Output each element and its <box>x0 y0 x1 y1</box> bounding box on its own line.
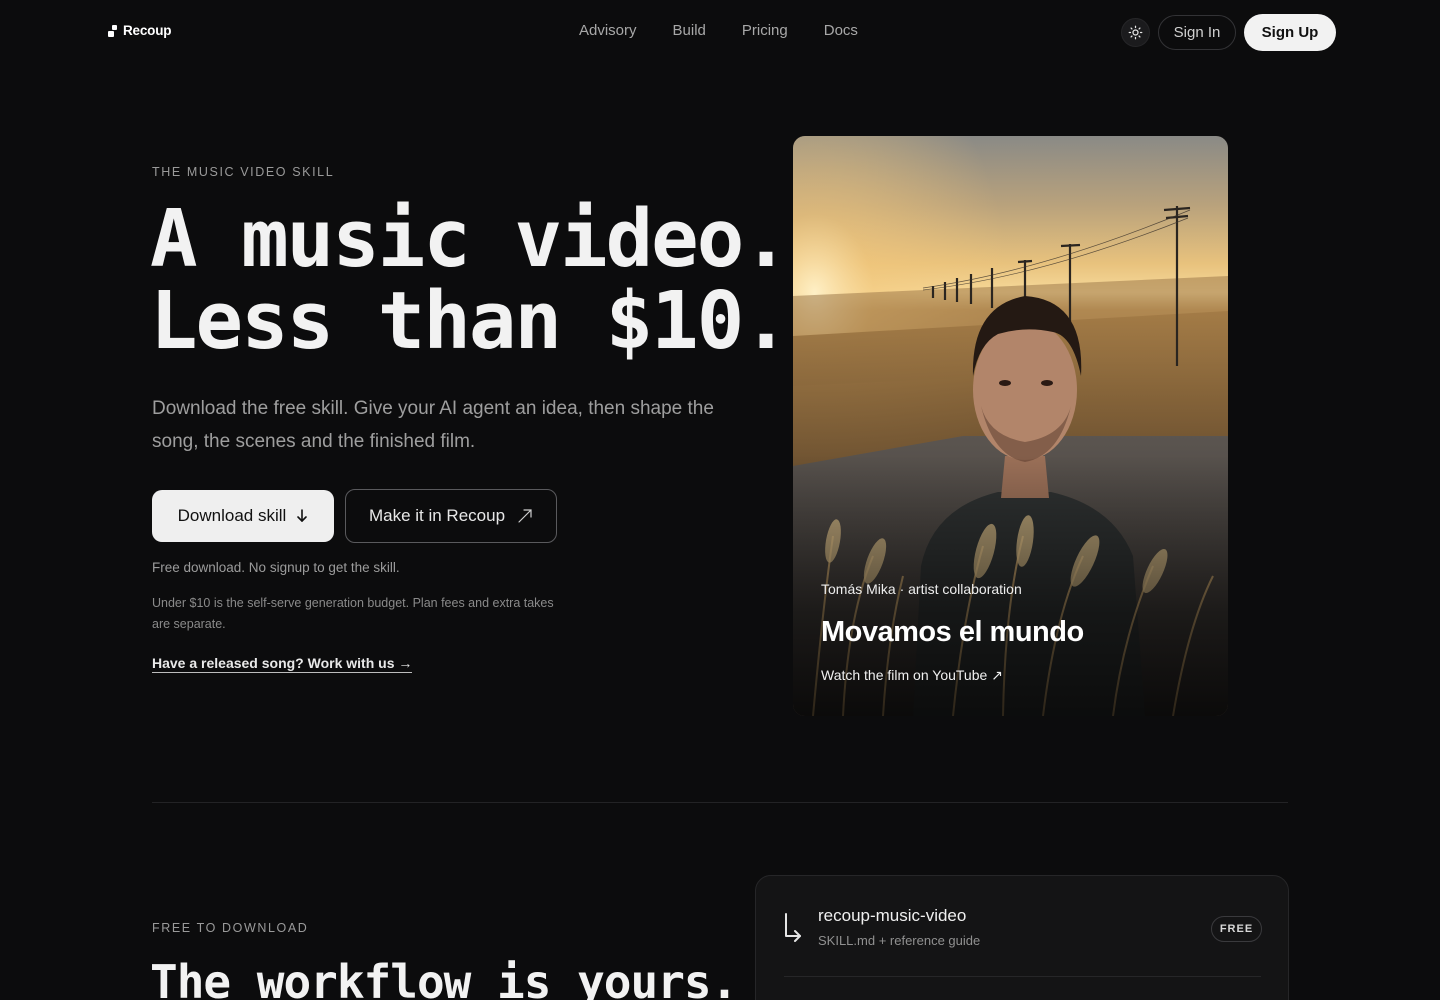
hero-headline-line-1: A music video. <box>150 193 790 285</box>
hero-subtitle: Download the free skill. Give your AI ag… <box>152 398 714 452</box>
make-in-recoup-label: Make it in Recoup <box>368 506 506 525</box>
arrow-down-icon <box>297 509 308 522</box>
hero-headline: A music video. Less than $10. <box>150 193 790 367</box>
skill-subtitle: SKILL.md + reference guide <box>818 933 981 948</box>
sign-in-button[interactable]: Sign In <box>1158 15 1236 50</box>
hero-headline-line-2: Less than $10. <box>150 275 790 367</box>
section2-eyebrow: FREE TO DOWNLOAD <box>152 921 309 935</box>
video-card-meta: Tomás Mika · artist collaboration <box>821 581 1022 597</box>
nav-link-build[interactable]: Build <box>673 22 706 39</box>
arrow-return-icon <box>785 913 801 942</box>
nav-link-advisory[interactable]: Advisory <box>579 22 637 39</box>
download-skill-button[interactable]: Download skill <box>152 490 334 542</box>
recoup-logo-icon <box>108 24 118 37</box>
video-card-title: Movamos el mundo <box>821 616 1084 648</box>
nav-link-pricing[interactable]: Pricing <box>742 22 788 39</box>
budget-note: Under $10 is the self-serve generation b… <box>152 596 554 631</box>
brand-logo[interactable]: Recoup <box>108 23 172 38</box>
free-download-note: Free download. No signup to get the skil… <box>152 560 400 575</box>
skill-download-card: recoup-music-video SKILL.md + reference … <box>755 875 1289 1000</box>
theme-toggle-button[interactable] <box>1121 18 1150 47</box>
hero-eyebrow: THE MUSIC VIDEO SKILL <box>152 165 335 179</box>
free-badge: FREE <box>1211 916 1262 942</box>
page: Recoup Advisory Build Pricing Docs Sign … <box>0 0 1440 1000</box>
section2-headline: The workflow is yours. <box>150 955 738 1000</box>
featured-video-card[interactable]: Tomás Mika · artist collaboration Movamo… <box>793 136 1228 716</box>
skill-card-separator <box>784 976 1261 977</box>
download-skill-label: Download skill <box>177 506 287 525</box>
watch-on-youtube-link[interactable]: Watch the film on YouTube ↗ <box>821 667 1003 684</box>
sun-icon <box>1128 25 1143 40</box>
brand-name: Recoup <box>123 23 172 38</box>
arrow-up-right-icon <box>518 509 532 523</box>
make-in-recoup-button[interactable]: Make it in Recoup <box>345 489 557 543</box>
skill-name[interactable]: recoup-music-video <box>818 906 966 926</box>
top-nav: Recoup Advisory Build Pricing Docs Sign … <box>0 0 1440 64</box>
sign-up-button[interactable]: Sign Up <box>1244 14 1336 51</box>
work-with-us-link[interactable]: Have a released song? Work with us → <box>152 655 413 673</box>
section-divider <box>152 802 1288 803</box>
nav-links: Advisory Build Pricing Docs <box>579 22 858 39</box>
nav-link-docs[interactable]: Docs <box>824 22 858 39</box>
